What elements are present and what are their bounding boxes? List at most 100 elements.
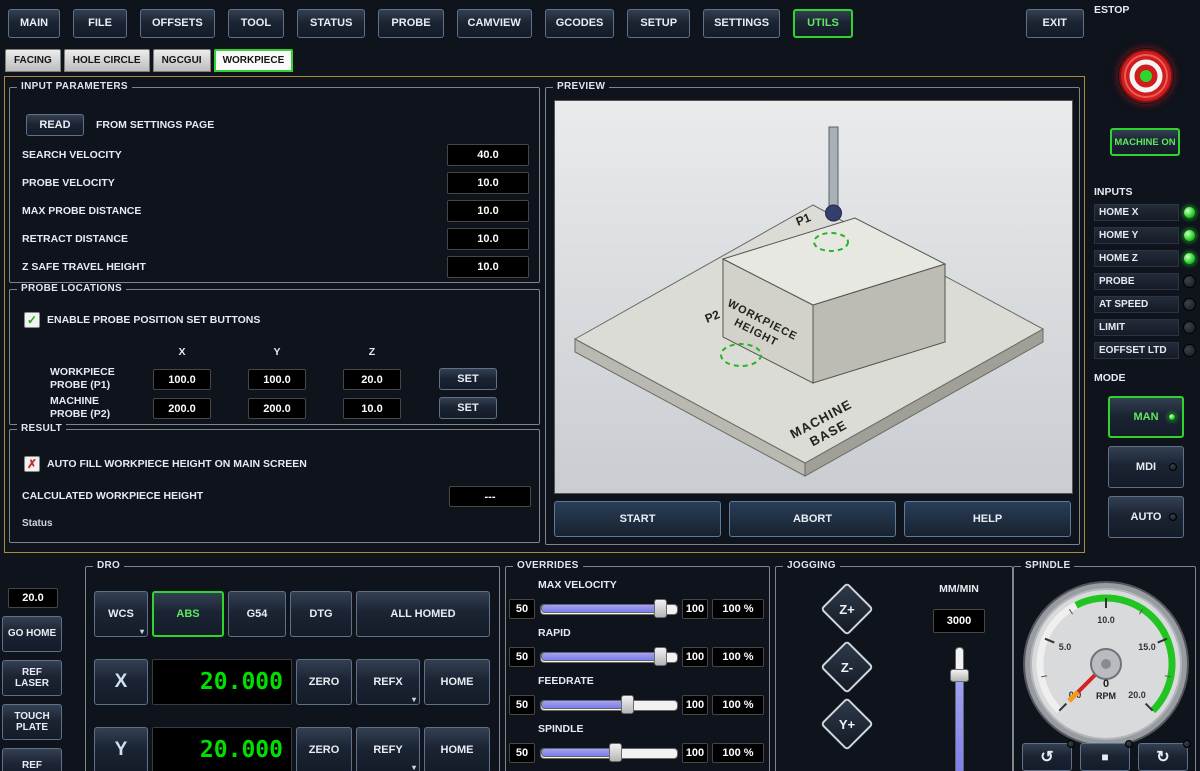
rapid-min: 50 — [509, 647, 535, 667]
probe-stylus — [829, 127, 838, 207]
jog-z-minus-button[interactable]: Z- — [819, 639, 875, 695]
retract-distance-input[interactable]: 10.0 — [447, 228, 529, 250]
p1-y-input[interactable]: 100.0 — [248, 369, 306, 390]
refx-label: REFX — [373, 676, 402, 688]
menu-setup[interactable]: SETUP — [627, 9, 690, 38]
p2-set-button[interactable]: SET — [439, 397, 497, 419]
tab-workpiece[interactable]: WORKPIECE — [214, 49, 294, 72]
spindle-ovr-slider[interactable] — [540, 742, 678, 763]
gauge-unit: RPM — [1096, 691, 1116, 701]
menu-offsets[interactable]: OFFSETS — [140, 9, 215, 38]
abs-button[interactable]: ABS — [152, 591, 224, 637]
field-row: RETRACT DISTANCE 10.0 — [22, 228, 529, 250]
search-velocity-input[interactable]: 40.0 — [447, 144, 529, 166]
tab-ngcgui[interactable]: NGCGUI — [153, 49, 211, 72]
g54-button[interactable]: G54 — [228, 591, 286, 637]
mode-man-button[interactable]: MAN — [1108, 396, 1184, 438]
enable-probe-set-checkbox[interactable]: ✓ — [24, 312, 40, 328]
p2-x-input[interactable]: 200.0 — [153, 398, 211, 419]
column-x-header: X — [167, 346, 197, 358]
axis-y-button[interactable]: Y — [94, 727, 148, 771]
util-tabs: FACING HOLE CIRCLE NGCGUI WORKPIECE — [5, 49, 293, 72]
slider-handle[interactable] — [621, 695, 634, 714]
menu-utils[interactable]: UTILS — [793, 9, 853, 38]
slider-handle[interactable] — [654, 599, 667, 618]
jog-rate-slider[interactable] — [955, 647, 964, 771]
slider-handle[interactable] — [950, 669, 969, 682]
overrides-group: OVERRIDES MAX VELOCITY 50 100 100 % RAPI… — [505, 566, 770, 771]
menu-tool[interactable]: TOOL — [228, 9, 284, 38]
y-zero-button[interactable]: ZERO — [296, 727, 352, 771]
spindle-reverse-button[interactable]: ↺ — [1022, 743, 1072, 771]
rapid-slider[interactable] — [540, 646, 678, 667]
x-ref-button[interactable]: REFX ▾ — [356, 659, 420, 705]
tab-facing[interactable]: FACING — [5, 49, 61, 72]
slider-handle[interactable] — [609, 743, 622, 762]
gauge-tick-15: 15.0 — [1138, 642, 1156, 652]
field-row: Z SAFE TRAVEL HEIGHT 10.0 — [22, 256, 529, 278]
probe-velocity-input[interactable]: 10.0 — [447, 172, 529, 194]
ref-laser-button[interactable]: REF LASER — [2, 660, 62, 696]
all-homed-button[interactable]: ALL HOMED — [356, 591, 490, 637]
calculated-height-value: --- — [449, 486, 531, 507]
jog-y-plus-button[interactable]: Y+ — [819, 696, 875, 752]
max-probe-distance-input[interactable]: 10.0 — [447, 200, 529, 222]
tab-hole-circle[interactable]: HOLE CIRCLE — [64, 49, 150, 72]
menu-gcodes[interactable]: GCODES — [545, 9, 615, 38]
rapid-max: 100 — [682, 647, 708, 667]
gauge-tick-10: 10.0 — [1097, 615, 1115, 625]
jog-z-plus-button[interactable]: Z+ — [819, 581, 875, 637]
menu-camview[interactable]: CAMVIEW — [457, 9, 532, 38]
p1-set-button[interactable]: SET — [439, 368, 497, 390]
machine-on-button[interactable]: MACHINE ON — [1110, 128, 1180, 156]
jog-rate-value[interactable]: 3000 — [933, 609, 985, 633]
home-y-label: HOME Y — [1094, 227, 1179, 244]
slider-handle[interactable] — [654, 647, 667, 666]
p2-y-input[interactable]: 200.0 — [248, 398, 306, 419]
z-safe-travel-input[interactable]: 10.0 — [447, 256, 529, 278]
gauge-value: 0 — [1103, 678, 1109, 690]
stop-icon: ■ — [1101, 750, 1108, 764]
estop-button[interactable] — [1118, 48, 1174, 104]
menu-settings[interactable]: SETTINGS — [703, 9, 780, 38]
max-velocity-slider[interactable] — [540, 598, 678, 619]
mode-auto-led — [1169, 513, 1177, 521]
p1-x-input[interactable]: 100.0 — [153, 369, 211, 390]
abort-button[interactable]: ABORT — [729, 501, 896, 537]
search-velocity-label: SEARCH VELOCITY — [22, 149, 122, 161]
start-button[interactable]: START — [554, 501, 721, 537]
y-position-display: 20.000 — [152, 727, 292, 771]
spindle-reverse-led — [1067, 740, 1075, 748]
p1-z-input[interactable]: 20.0 — [343, 369, 401, 390]
menu-main[interactable]: MAIN — [8, 9, 60, 38]
probe-locations-group: PROBE LOCATIONS ✓ ENABLE PROBE POSITION … — [9, 289, 540, 425]
mode-auto-button[interactable]: AUTO — [1108, 496, 1184, 538]
feedrate-slider[interactable] — [540, 694, 678, 715]
menu-status[interactable]: STATUS — [297, 9, 365, 38]
go-home-button[interactable]: GO HOME — [2, 616, 62, 652]
touch-plate-button[interactable]: TOUCH PLATE — [2, 704, 62, 740]
menu-probe[interactable]: PROBE — [378, 9, 443, 38]
rapid-percent: 100 % — [712, 647, 764, 667]
help-button[interactable]: HELP — [904, 501, 1071, 537]
mode-mdi-button[interactable]: MDI — [1108, 446, 1184, 488]
y-ref-button[interactable]: REFY ▾ — [356, 727, 420, 771]
exit-button[interactable]: EXIT — [1026, 9, 1084, 38]
autofill-checkbox[interactable]: ✗ — [24, 456, 40, 472]
x-home-button[interactable]: HOME — [424, 659, 490, 705]
wcs-button[interactable]: WCS ▾ — [94, 591, 148, 637]
field-row: PROBE VELOCITY 10.0 — [22, 172, 529, 194]
ref-button[interactable]: REF — [2, 748, 62, 771]
chevron-down-icon: ▾ — [412, 696, 416, 704]
p2-z-input[interactable]: 10.0 — [343, 398, 401, 419]
x-zero-button[interactable]: ZERO — [296, 659, 352, 705]
axis-x-button[interactable]: X — [94, 659, 148, 705]
preview-image: WORKPIECE HEIGHT MACHINE BASE P1 P2 — [554, 100, 1073, 494]
touch-plate-height-value[interactable]: 20.0 — [8, 588, 58, 608]
read-button[interactable]: READ — [26, 114, 84, 136]
spindle-stop-button[interactable]: ■ — [1080, 743, 1130, 771]
dtg-button[interactable]: DTG — [290, 591, 352, 637]
spindle-forward-button[interactable]: ↻ — [1138, 743, 1188, 771]
y-home-button[interactable]: HOME — [424, 727, 490, 771]
menu-file[interactable]: FILE — [73, 9, 127, 38]
